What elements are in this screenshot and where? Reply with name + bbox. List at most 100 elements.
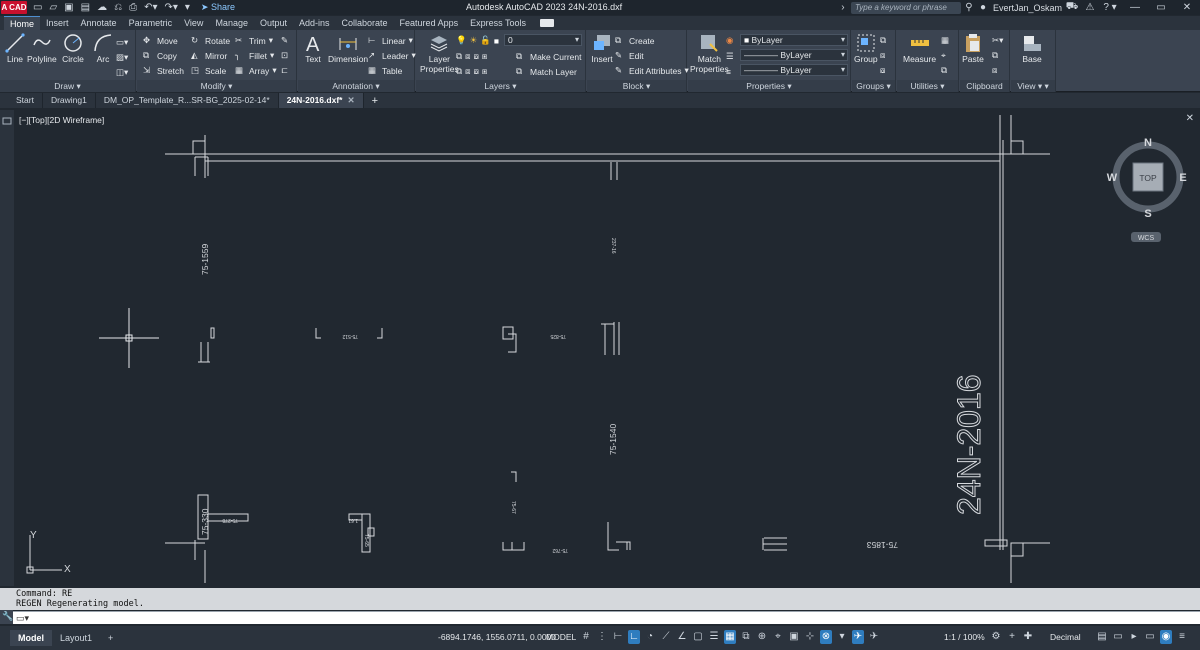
annotation-scale-icon[interactable]: ✈ xyxy=(852,630,864,644)
compass-s[interactable]: S xyxy=(1144,208,1151,220)
gizmo-icon[interactable]: ⊹ xyxy=(804,630,816,644)
3d-osnap-icon[interactable]: ⊕ xyxy=(756,630,768,644)
layer-properties-button[interactable]: Layer Properties xyxy=(420,32,459,74)
save-as-icon[interactable]: ▤ xyxy=(81,2,90,13)
stretch-button[interactable]: ⇲ Stretch xyxy=(143,64,184,77)
paste-button[interactable]: Paste xyxy=(962,32,984,64)
edit-attributes-button[interactable]: ✎ Edit Attributes ▾ xyxy=(615,64,689,77)
trim-button[interactable]: ✂ Trim ▾ xyxy=(235,34,273,47)
edit-block-button[interactable]: ✎ Edit xyxy=(615,49,644,62)
circle-button[interactable]: Circle xyxy=(62,32,84,64)
quick-select-icon[interactable]: ⧉ xyxy=(941,64,947,77)
osnap-icon[interactable]: ▢ xyxy=(692,630,704,644)
tab-parametric[interactable]: Parametric xyxy=(123,16,179,30)
app-logo[interactable]: A CAD xyxy=(1,1,27,14)
lock-ui-icon[interactable]: ▭ xyxy=(1112,630,1124,644)
isodraft-icon[interactable]: ⟋ xyxy=(660,630,672,644)
ungroup-icon[interactable]: ⧉ xyxy=(880,34,886,47)
undo-alt-icon[interactable]: ⎌ xyxy=(114,2,122,13)
explode-button[interactable]: ⊡ xyxy=(281,49,292,62)
redo-icon[interactable]: ↷▾ xyxy=(164,2,177,13)
table-button[interactable]: ▦ Table xyxy=(368,64,402,77)
rotate-button[interactable]: ↻ Rotate xyxy=(191,34,230,47)
erase-button[interactable]: ✎ xyxy=(281,34,292,47)
new-file-icon[interactable]: ▭ xyxy=(33,2,42,13)
isolate-objects-icon[interactable]: ▸ xyxy=(1128,630,1140,644)
unlock-icon[interactable]: 🔓 xyxy=(480,35,491,46)
hardware-acceleration-icon[interactable]: ▭ xyxy=(1144,630,1156,644)
text-button[interactable]: A Text xyxy=(302,32,324,64)
sun-icon[interactable]: ☀ xyxy=(470,35,478,46)
help-icon[interactable]: ? ▾ xyxy=(1098,2,1122,13)
doc-tab-template[interactable]: DM_OP_Template_R...SR-BG_2025-02-14* xyxy=(96,93,279,108)
ribbon-minimize-button[interactable] xyxy=(539,19,554,27)
snap-icon[interactable]: ⋮ xyxy=(596,630,608,644)
command-prompt-icon[interactable]: ▭▾ xyxy=(16,613,29,624)
workspace-icon[interactable]: ✈ xyxy=(868,630,880,644)
layer-color-swatch-icon[interactable]: ■ xyxy=(494,36,499,46)
qat-customize-icon[interactable]: ▾ xyxy=(185,2,190,13)
search-input[interactable]: Type a keyword or phrase xyxy=(850,1,961,14)
layer-delete-icon[interactable]: ⧇ xyxy=(473,66,478,77)
array-button[interactable]: ▦ Array ▾ xyxy=(235,64,277,77)
base-button[interactable]: Base xyxy=(1021,32,1043,64)
connect-icon[interactable]: ⚠ xyxy=(1082,2,1098,13)
copy-clip-icon[interactable]: ⧉ xyxy=(992,49,998,62)
quick-properties-icon[interactable]: ▤ xyxy=(1096,630,1108,644)
layer-walk-icon[interactable]: ⧉ xyxy=(456,66,462,77)
share-button[interactable]: ➤ Share xyxy=(201,2,235,13)
panel-clipboard-title[interactable]: Clipboard xyxy=(960,80,1009,92)
layer-freeze-icon[interactable]: ⧇ xyxy=(473,51,478,62)
line-button[interactable]: Line xyxy=(4,32,26,64)
fillet-button[interactable]: ╮ Fillet ▾ xyxy=(235,49,274,62)
offset-button[interactable]: ⊏ xyxy=(281,64,292,77)
panel-layers-title[interactable]: Layers ▾ xyxy=(416,80,585,92)
lineweight-dropdown[interactable]: ———— ByLayer xyxy=(740,64,848,76)
model-space-button[interactable]: MODEL xyxy=(546,632,576,642)
compass-n[interactable]: N xyxy=(1144,137,1152,149)
dimension-button[interactable]: Dimension xyxy=(328,32,368,64)
layer-previous-icon[interactable]: ⧆ xyxy=(482,66,487,77)
hatch-button[interactable]: ▨▾ xyxy=(116,51,128,64)
plot-icon[interactable]: ⎙ xyxy=(129,2,137,13)
linear-button[interactable]: ⊢ Linear ▾ xyxy=(368,34,413,47)
cart-icon[interactable]: ⛟ xyxy=(1062,1,1082,14)
move-button[interactable]: ✥ Move xyxy=(143,34,178,47)
layer-merge-icon[interactable]: ⧈ xyxy=(465,66,470,77)
tab-express-tools[interactable]: Express Tools xyxy=(464,16,532,30)
polar-icon[interactable]: ◔ xyxy=(644,630,656,644)
group-button[interactable]: Group xyxy=(854,32,878,64)
make-current-button[interactable]: ⧉ Make Current xyxy=(516,50,582,63)
panel-groups-title[interactable]: Groups ▾ xyxy=(852,80,895,92)
add-layout-button[interactable]: + xyxy=(100,630,121,646)
doc-tab-active[interactable]: 24N-2016.dxf* ✕ xyxy=(278,93,364,108)
tab-manage[interactable]: Manage xyxy=(209,16,254,30)
measure-button[interactable]: Measure xyxy=(903,32,936,64)
color-dropdown[interactable]: ■ ByLayer xyxy=(740,34,848,46)
compass-w[interactable]: W xyxy=(1107,172,1118,184)
panel-utilities-title[interactable]: Utilities ▾ xyxy=(897,80,958,92)
linetype-dropdown[interactable]: ———— ByLayer xyxy=(740,49,848,61)
insert-button[interactable]: Insert xyxy=(591,32,613,64)
selection-cycling-icon[interactable]: ⧉ xyxy=(740,630,752,644)
compass-e[interactable]: E xyxy=(1179,172,1186,184)
tab-home[interactable]: Home xyxy=(4,16,41,30)
infer-icon[interactable]: ⊢ xyxy=(612,630,624,644)
layer-isolate-icon[interactable]: ⧉ xyxy=(456,51,462,62)
user-icon[interactable]: ● xyxy=(977,2,989,13)
viewcube[interactable]: TOP N S E W WCS xyxy=(1107,137,1187,242)
lightbulb-icon[interactable]: 💡 xyxy=(456,35,467,46)
close-tab-icon[interactable]: ✕ xyxy=(347,95,354,105)
command-input[interactable]: ▭▾ xyxy=(13,611,1200,624)
panel-properties-title[interactable]: Properties ▾ xyxy=(688,80,850,92)
user-name[interactable]: EvertJan_Oskam xyxy=(993,3,1062,13)
ortho-icon[interactable]: ∟ xyxy=(628,630,640,644)
layer-lock-icon[interactable]: ⧆ xyxy=(482,51,487,62)
annotation-visibility-icon[interactable]: ⊗ xyxy=(820,630,832,644)
selection-filter-icon[interactable]: ▣ xyxy=(788,630,800,644)
match-properties-button[interactable]: Match Properties xyxy=(690,32,729,74)
layer-off-icon[interactable]: ⧈ xyxy=(465,51,470,62)
coordinate-readout[interactable]: -6894.1746, 1556.0711, 0.0000 xyxy=(438,632,556,642)
undo-icon[interactable]: ↶▾ xyxy=(144,2,157,13)
cloud-save-icon[interactable]: ☁ xyxy=(97,2,107,13)
